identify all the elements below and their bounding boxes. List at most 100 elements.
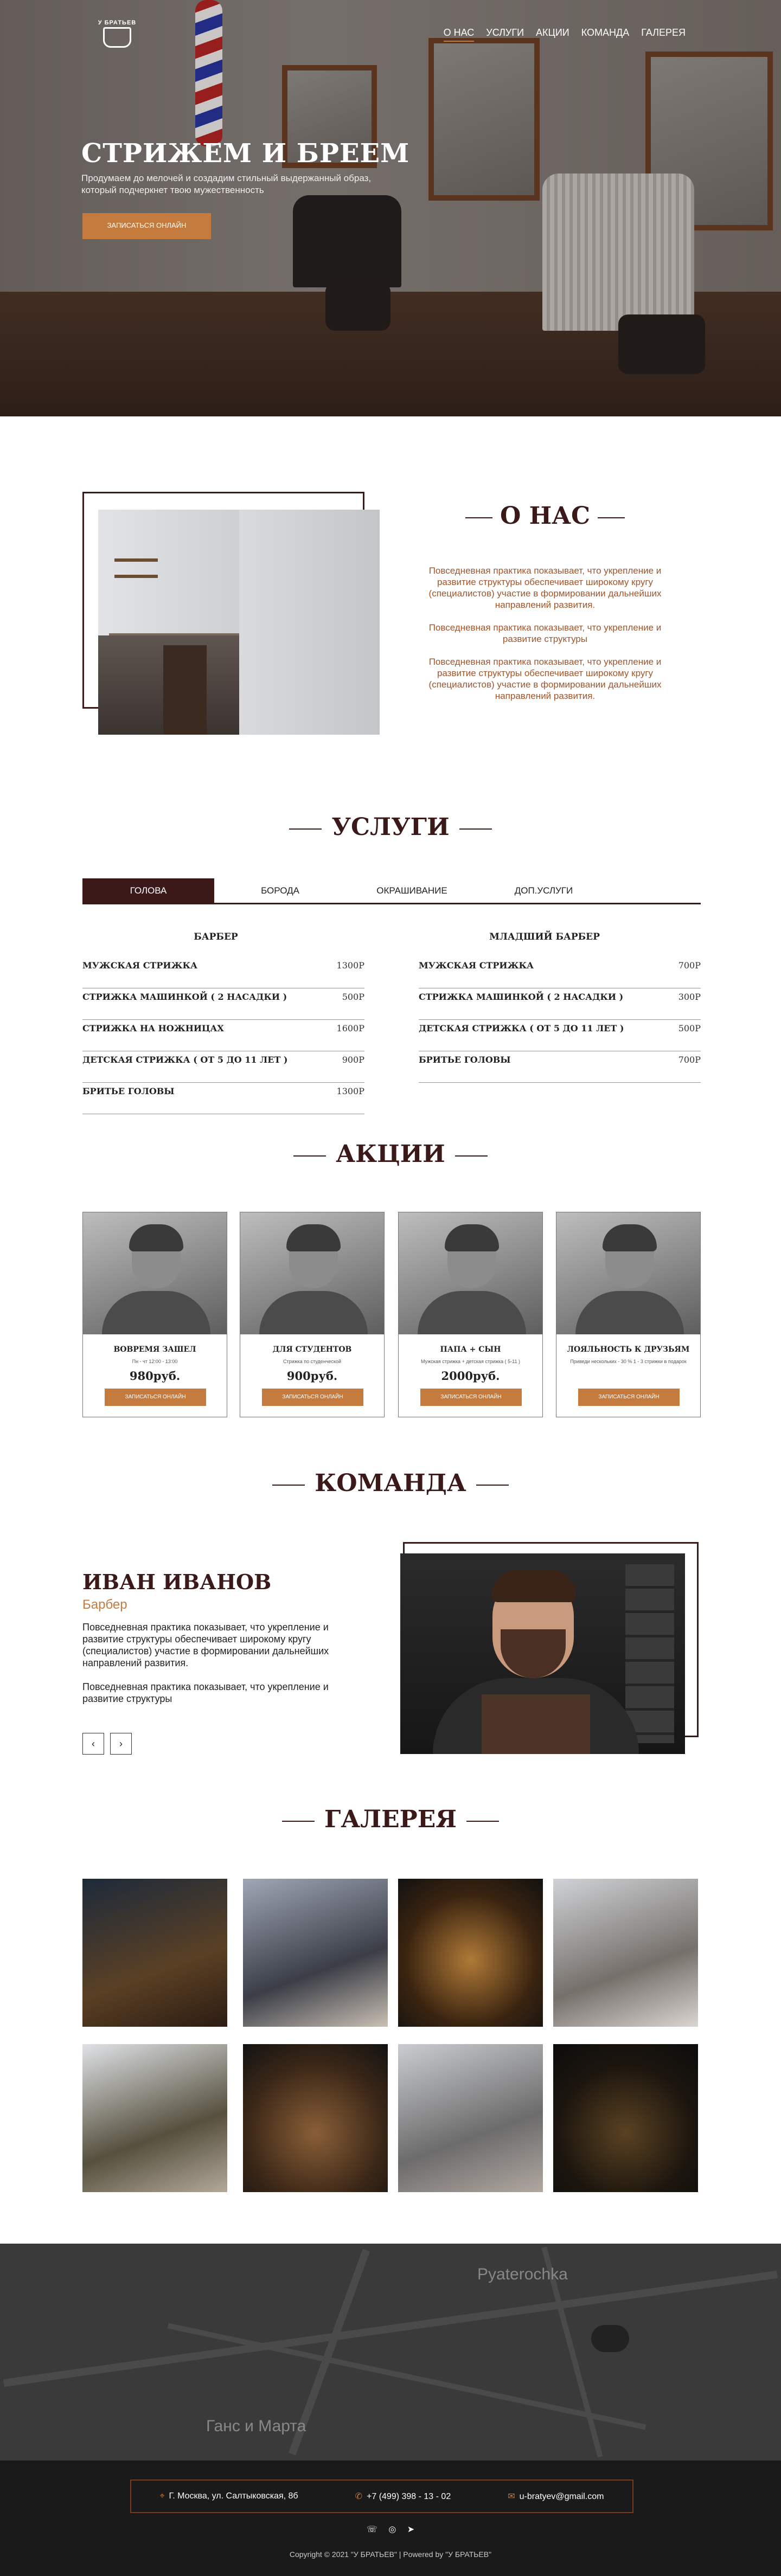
location-pin-icon: ⌖ — [159, 2491, 165, 2501]
gallery-image[interactable] — [82, 2044, 227, 2192]
promo-price: 900руб. — [286, 1369, 338, 1383]
promo-price: 2000руб. — [441, 1369, 500, 1383]
telegram-icon[interactable]: ➤ — [407, 2525, 414, 2534]
service-name: ДЕТСКАЯ СТРИЖКА ( ОТ 5 ДО 11 ЛЕТ ) — [419, 1023, 624, 1033]
barber-bio: Повседневная практика показывает, что ук… — [82, 1622, 329, 1704]
instagram-icon[interactable]: ◎ — [388, 2525, 396, 2534]
logo[interactable]: У БРАТЬЕВ — [95, 15, 139, 59]
map-lake — [591, 2325, 629, 2352]
about-paragraph: Повседневная практика показывает, что ук… — [428, 622, 662, 644]
barber-price-list: МУЖСКАЯ СТРИЖКА 1300Р СТРИЖКА МАШИНКОЙ ( 2… — [82, 957, 364, 1114]
team-title: КОМАНДА — [0, 1469, 781, 1497]
promo-photo — [556, 1212, 700, 1334]
service-name: ДЕТСКАЯ СТРИЖКА ( ОТ 5 ДО 11 ЛЕТ ) — [82, 1055, 288, 1065]
gallery-image[interactable] — [553, 2044, 698, 2192]
gallery-image[interactable] — [243, 1879, 388, 2027]
nav-link-services[interactable]: УСЛУГИ — [486, 27, 524, 42]
promo-title: ПАПА + СЫН — [440, 1345, 501, 1354]
promo-price: 980руб. — [129, 1369, 181, 1383]
next-arrow-button[interactable]: › — [110, 1733, 132, 1755]
address: ⌖ Г. Москва, ул. Салтыковская, 8б — [159, 2491, 298, 2501]
service-price: 900Р — [342, 1055, 364, 1065]
service-name: БРИТЬЕ ГОЛОВЫ — [419, 1055, 511, 1065]
gallery-image[interactable] — [243, 2044, 388, 2192]
promo-book-button[interactable]: ЗАПИСАТЬСЯ ОНЛАЙН — [105, 1389, 206, 1406]
promo-desc: Пн - чт 12:00 - 13:00 — [132, 1359, 178, 1364]
contact-bar: ⌖ Г. Москва, ул. Салтыковская, 8б ✆ +7 (49… — [130, 2479, 633, 2513]
map-label: Pyaterochka — [477, 2265, 568, 2283]
service-name: МУЖСКАЯ СТРИЖКА — [82, 960, 198, 971]
promo-card: ВОВРЕМЯ ЗАШЕЛ Пн - чт 12:00 - 13:00 980руб… — [82, 1212, 227, 1417]
promo-book-button[interactable]: ЗАПИСАТЬСЯ ОНЛАЙН — [578, 1389, 680, 1406]
price-row: ДЕТСКАЯ СТРИЖКА ( ОТ 5 ДО 11 ЛЕТ ) 900Р — [82, 1051, 364, 1083]
price-row: СТРИЖКА МАШИНКОЙ ( 2 НАСАДКИ ) 500Р — [82, 988, 364, 1020]
barber-photo — [400, 1553, 685, 1754]
copyright: Copyright © 2021 "У БРАТЬЕВ" | Powered b… — [289, 2550, 492, 2559]
hero-subtitle: Продумаем до мелочей и создадим стильный… — [81, 173, 372, 195]
email[interactable]: ✉ u-bratyev@gmail.com — [508, 2491, 604, 2502]
service-price: 1300Р — [336, 960, 364, 971]
mail-icon: ✉ — [508, 2492, 515, 2501]
about-paragraph: Повседневная практика показывает, что ук… — [428, 657, 662, 701]
main-nav: О НАС УСЛУГИ АКЦИИ КОМАНДА ГАЛЕРЕЯ — [443, 27, 686, 42]
whatsapp-icon[interactable]: ☏ — [367, 2525, 377, 2534]
book-online-button[interactable]: ЗАПИСАТЬСЯ ОНЛАЙН — [82, 213, 211, 239]
service-name: СТРИЖКА МАШИНКОЙ ( 2 НАСАДКИ ) — [419, 992, 624, 1002]
promo-book-button[interactable]: ЗАПИСАТЬСЯ ОНЛАЙН — [420, 1389, 522, 1406]
nav-link-gallery[interactable]: ГАЛЕРЕЯ — [641, 27, 686, 42]
promo-title: ДЛЯ СТУДЕНТОВ — [272, 1345, 352, 1354]
promo-photo — [240, 1212, 384, 1334]
service-price: 1600Р — [336, 1023, 364, 1033]
tab-extra[interactable]: ДОП.УСЛУГИ — [478, 878, 610, 903]
price-row: БРИТЬЕ ГОЛОВЫ 1300Р — [82, 1083, 364, 1114]
logo-text: У БРАТЬЕВ — [98, 20, 137, 26]
service-price: 500Р — [342, 992, 364, 1002]
promo-title: ВОВРЕМЯ ЗАШЕЛ — [113, 1345, 196, 1354]
service-price: 700Р — [678, 960, 701, 971]
about-title: О НАС — [456, 502, 635, 530]
prev-arrow-button[interactable]: ‹ — [82, 1733, 104, 1755]
junior-barber-heading: МЛАДШИЙ БАРБЕР — [489, 932, 600, 942]
gallery-title: ГАЛЕРЕЯ — [0, 1806, 781, 1833]
gallery-image[interactable] — [82, 1879, 227, 2027]
phone[interactable]: ✆ +7 (499) 398 - 13 - 02 — [355, 2491, 451, 2502]
footer: ⌖ Г. Москва, ул. Салтыковская, 8б ✆ +7 (49… — [0, 2461, 781, 2576]
promo-desc: Стрижка по студенческой — [283, 1359, 342, 1364]
price-row: МУЖСКАЯ СТРИЖКА 1300Р — [82, 957, 364, 988]
junior-price-list: МУЖСКАЯ СТРИЖКА 700Р СТРИЖКА МАШИНКОЙ ( 2 … — [419, 957, 701, 1083]
tab-coloring[interactable]: ОКРАШИВАНИЕ — [346, 878, 478, 903]
hero-section: У БРАТЬЕВ О НАС УСЛУГИ АКЦИИ КОМАНДА ГАЛ… — [0, 0, 781, 416]
tab-head[interactable]: ГОЛОВА — [82, 878, 214, 903]
phone-icon: ✆ — [355, 2492, 362, 2501]
chair — [163, 645, 207, 735]
promo-card: ПАПА + СЫН Мужская стрижка + детская стри… — [398, 1212, 543, 1417]
promo-photo — [83, 1212, 227, 1334]
price-row: ДЕТСКАЯ СТРИЖКА ( ОТ 5 ДО 11 ЛЕТ ) 500Р — [419, 1020, 701, 1051]
promo-title: ЛОЯЛЬНОСТЬ К ДРУЗЬЯМ — [567, 1345, 690, 1354]
services-title: УСЛУГИ — [0, 813, 781, 841]
promo-card: ДЛЯ СТУДЕНТОВ Стрижка по студенческой 900р… — [240, 1212, 385, 1417]
promo-book-button[interactable]: ЗАПИСАТЬСЯ ОНЛАЙН — [262, 1389, 363, 1406]
hero-title: СТРИЖЕМ И БРЕЕМ — [81, 138, 410, 169]
gallery-image[interactable] — [398, 1879, 543, 2027]
service-name: МУЖСКАЯ СТРИЖКА — [419, 960, 534, 971]
barber-name: ИВАН ИВАНОВ — [82, 1570, 272, 1594]
gallery-image[interactable] — [553, 1879, 698, 2027]
service-price: 300Р — [678, 992, 701, 1002]
service-price: 700Р — [678, 1055, 701, 1065]
nav-link-promos[interactable]: АКЦИИ — [536, 27, 569, 42]
about-text: Повседневная практика показывает, что ук… — [412, 565, 678, 713]
tab-beard[interactable]: БОРОДА — [214, 878, 346, 903]
service-name: СТРИЖКА НА НОЖНИЦАХ — [82, 1023, 224, 1033]
promo-photo — [399, 1212, 542, 1334]
price-row: СТРИЖКА НА НОЖНИЦАХ 1600Р — [82, 1020, 364, 1051]
price-row: СТРИЖКА МАШИНКОЙ ( 2 НАСАДКИ ) 300Р — [419, 988, 701, 1020]
nav-link-team[interactable]: КОМАНДА — [581, 27, 629, 42]
nav-link-about[interactable]: О НАС — [443, 27, 475, 42]
promo-desc: Мужская стрижка + детская стрижка ( 5-11… — [421, 1359, 520, 1364]
map-label: Ганс и Марта — [206, 2417, 306, 2435]
about-photo — [98, 510, 380, 735]
promos-title: АКЦИИ — [0, 1140, 781, 1168]
gallery-image[interactable] — [398, 2044, 543, 2192]
location-map[interactable]: Pyaterochka Ганс и Марта — [0, 2244, 781, 2461]
